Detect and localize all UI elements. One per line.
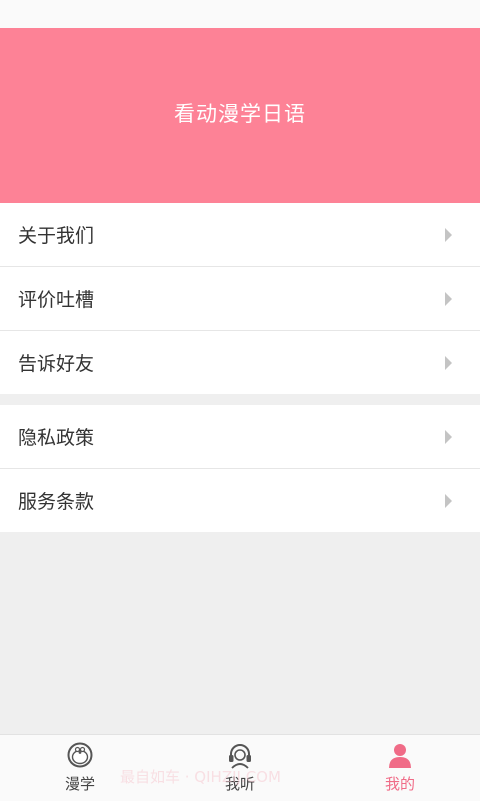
tab-label: 我听 <box>224 775 255 793</box>
headset-icon <box>229 744 251 769</box>
chevron-right-icon <box>445 291 452 306</box>
menu-item-rate-feedback[interactable]: 评价吐槽 <box>0 267 480 331</box>
menu-group-app: 关于我们 评价吐槽 告诉好友 <box>0 203 480 394</box>
tab-woting[interactable]: 我听 <box>160 735 320 801</box>
status-bar <box>0 0 480 28</box>
menu-item-label: 隐私政策 <box>18 427 95 449</box>
person-icon <box>389 744 411 768</box>
menu-item-label: 关于我们 <box>18 225 95 247</box>
menu-item-privacy-policy[interactable]: 隐私政策 <box>0 405 480 469</box>
tab-label: 我的 <box>384 775 415 793</box>
menu-item-label: 告诉好友 <box>18 353 95 375</box>
profile-banner: 看动漫学日语 <box>0 28 480 203</box>
menu-group-legal: 隐私政策 服务条款 <box>0 405 480 532</box>
chevron-right-icon <box>445 429 452 444</box>
menu-item-label: 评价吐槽 <box>18 289 95 311</box>
bottom-tab-bar: 漫学 我听 我的 <box>0 734 480 801</box>
menu-item-terms-of-service[interactable]: 服务条款 <box>0 469 480 532</box>
chevron-right-icon <box>445 355 452 370</box>
tab-label: 漫学 <box>64 775 95 793</box>
chevron-right-icon <box>445 227 452 242</box>
banner-title: 看动漫学日语 <box>174 102 306 126</box>
menu-item-tell-friends[interactable]: 告诉好友 <box>0 331 480 394</box>
menu-item-about-us[interactable]: 关于我们 <box>0 203 480 267</box>
menu-item-label: 服务条款 <box>18 491 95 513</box>
tab-wode[interactable]: 我的 <box>320 735 480 801</box>
doraemon-icon <box>67 742 93 768</box>
tab-manxue[interactable]: 漫学 <box>0 735 160 801</box>
chevron-right-icon <box>445 493 452 508</box>
